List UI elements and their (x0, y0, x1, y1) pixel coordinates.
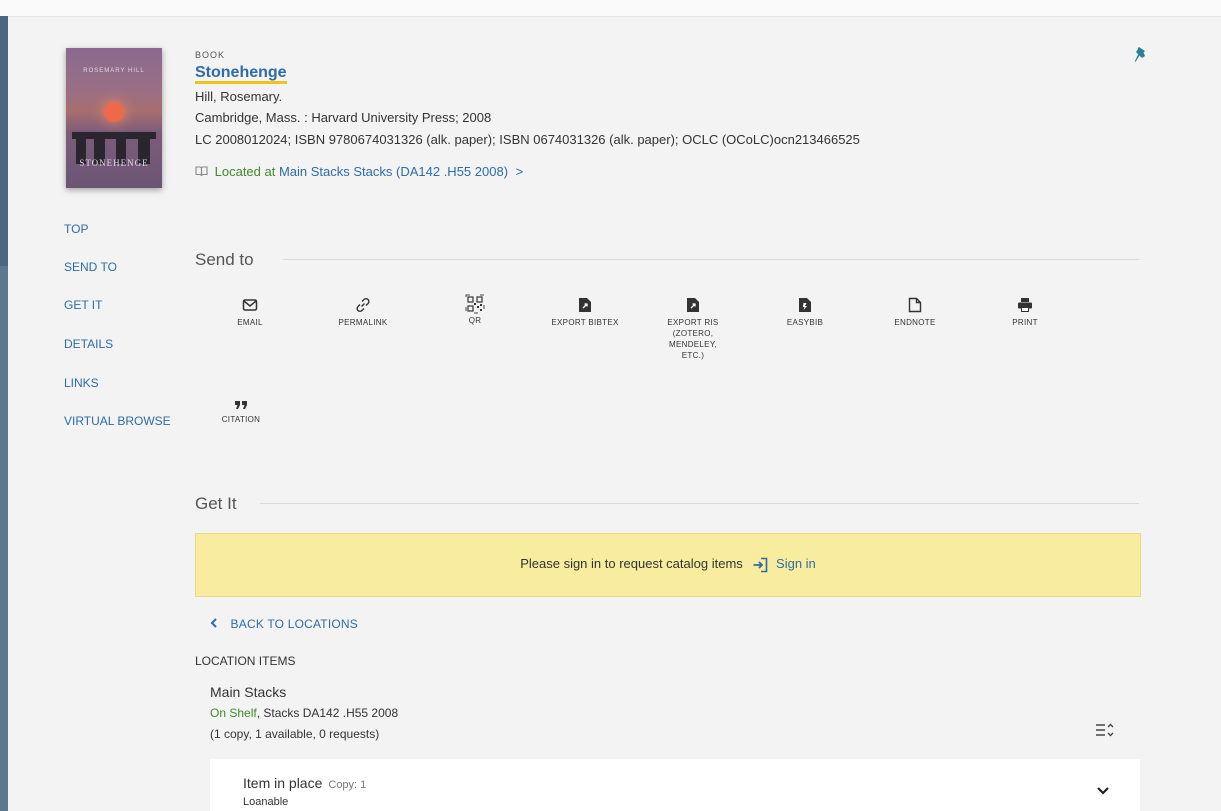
nav-top[interactable]: TOP (64, 222, 88, 236)
file-easybib-icon (799, 298, 811, 312)
sort-icon[interactable] (1095, 722, 1115, 738)
endnote-label: ENDNOTE (894, 318, 936, 327)
availability-status: On Shelf (210, 706, 257, 720)
citation-action[interactable]: CITATION (186, 400, 296, 425)
item-status: Item in place (243, 775, 323, 791)
file-export-icon (579, 298, 591, 312)
signin-banner: Please sign in to request catalog items … (195, 533, 1141, 597)
cover-title: STONEHENGE (79, 158, 149, 168)
print-label: PRINT (1012, 318, 1038, 327)
nav-details[interactable]: DETAILS (64, 337, 113, 351)
email-icon (242, 299, 258, 311)
nav-send-to[interactable]: SEND TO (64, 260, 117, 274)
nav-links[interactable]: LINKS (64, 376, 99, 390)
location-link[interactable]: Main Stacks Stacks (DA142 .H55 2008) (279, 164, 508, 179)
easybib-label: EASYBIB (786, 318, 824, 327)
qr-label: QR (468, 316, 482, 325)
export-bibtex-label: EXPORT BIBTEX (551, 318, 619, 327)
send-to-heading: Send to (195, 250, 254, 269)
location-arrow-icon: > (515, 164, 524, 179)
record-identifiers: LC 2008012024; ISBN 9780674031326 (alk. … (195, 132, 860, 147)
location-shelf: , Stacks DA142 .H55 2008 (256, 706, 399, 720)
signin-message: Please sign in to request catalog items (520, 556, 743, 571)
chevron-down-icon[interactable] (1096, 786, 1110, 796)
export-bibtex-action[interactable]: EXPORT BIBTEX (530, 297, 640, 328)
pin-icon[interactable] (1133, 46, 1149, 66)
record-author: Hill, Rosemary. (195, 89, 283, 104)
record-publication: Cambridge, Mass. : Harvard University Pr… (195, 110, 492, 125)
easybib-action[interactable]: EASYBIB (750, 297, 860, 328)
nav-virtual-browse[interactable]: VIRTUAL BROWSE (64, 414, 171, 428)
signin-link[interactable]: Sign in (776, 556, 816, 571)
printer-icon (1018, 298, 1032, 312)
email-action[interactable]: EMAIL (195, 297, 305, 328)
print-action[interactable]: PRINT (970, 297, 1080, 328)
citation-label: CITATION (221, 415, 261, 424)
book-open-icon (195, 166, 208, 177)
chevron-left-icon (210, 618, 217, 628)
email-label: EMAIL (237, 318, 263, 327)
file-export-icon (687, 298, 699, 312)
cover-sun (104, 102, 124, 122)
location-summary[interactable]: Located at Main Stacks Stacks (DA142 .H5… (195, 164, 523, 179)
quote-icon (235, 401, 247, 409)
sign-in-icon[interactable] (752, 557, 768, 573)
file-outline-icon (908, 297, 922, 313)
item-copy: Copy: 1 (328, 779, 367, 791)
location-counts: (1 copy, 1 available, 0 requests) (210, 727, 380, 741)
qr-icon (465, 294, 485, 314)
record-title[interactable]: Stonehenge (195, 64, 287, 84)
left-bar (0, 16, 8, 811)
export-ris-label: EXPORT RIS (ZOTERO, MENDELEY, ETC.) (667, 318, 719, 360)
item-title-line: Item in place Copy: 1 (243, 775, 366, 791)
get-it-divider (260, 503, 1139, 504)
location-prefix: Located at (214, 164, 276, 179)
get-it-heading: Get It (195, 494, 237, 513)
permalink-action[interactable]: PERMALINK (308, 297, 418, 328)
export-ris-action[interactable]: EXPORT RIS (ZOTERO, MENDELEY, ETC.) (638, 297, 748, 361)
back-to-locations-button[interactable]: BACK TO LOCATIONS (210, 617, 358, 631)
location-name: Main Stacks (210, 684, 287, 700)
link-icon (356, 297, 370, 313)
back-to-locations-label: BACK TO LOCATIONS (230, 617, 358, 631)
item-policy: Loanable (243, 796, 289, 808)
permalink-label: PERMALINK (338, 318, 388, 327)
endnote-action[interactable]: ENDNOTE (860, 297, 970, 328)
top-strip (0, 0, 1221, 17)
qr-action[interactable]: QR (420, 293, 530, 326)
location-status-line: On Shelf, Stacks DA142 .H55 2008 (210, 706, 398, 720)
nav-get-it[interactable]: GET IT (64, 298, 102, 312)
cover-author: ROSEMARY HILL (83, 68, 145, 74)
book-cover[interactable]: ROSEMARY HILL STONEHENGE (66, 48, 162, 188)
record-type: BOOK (195, 50, 226, 60)
location-items-label: LOCATION ITEMS (195, 654, 296, 668)
send-to-divider (283, 259, 1139, 260)
